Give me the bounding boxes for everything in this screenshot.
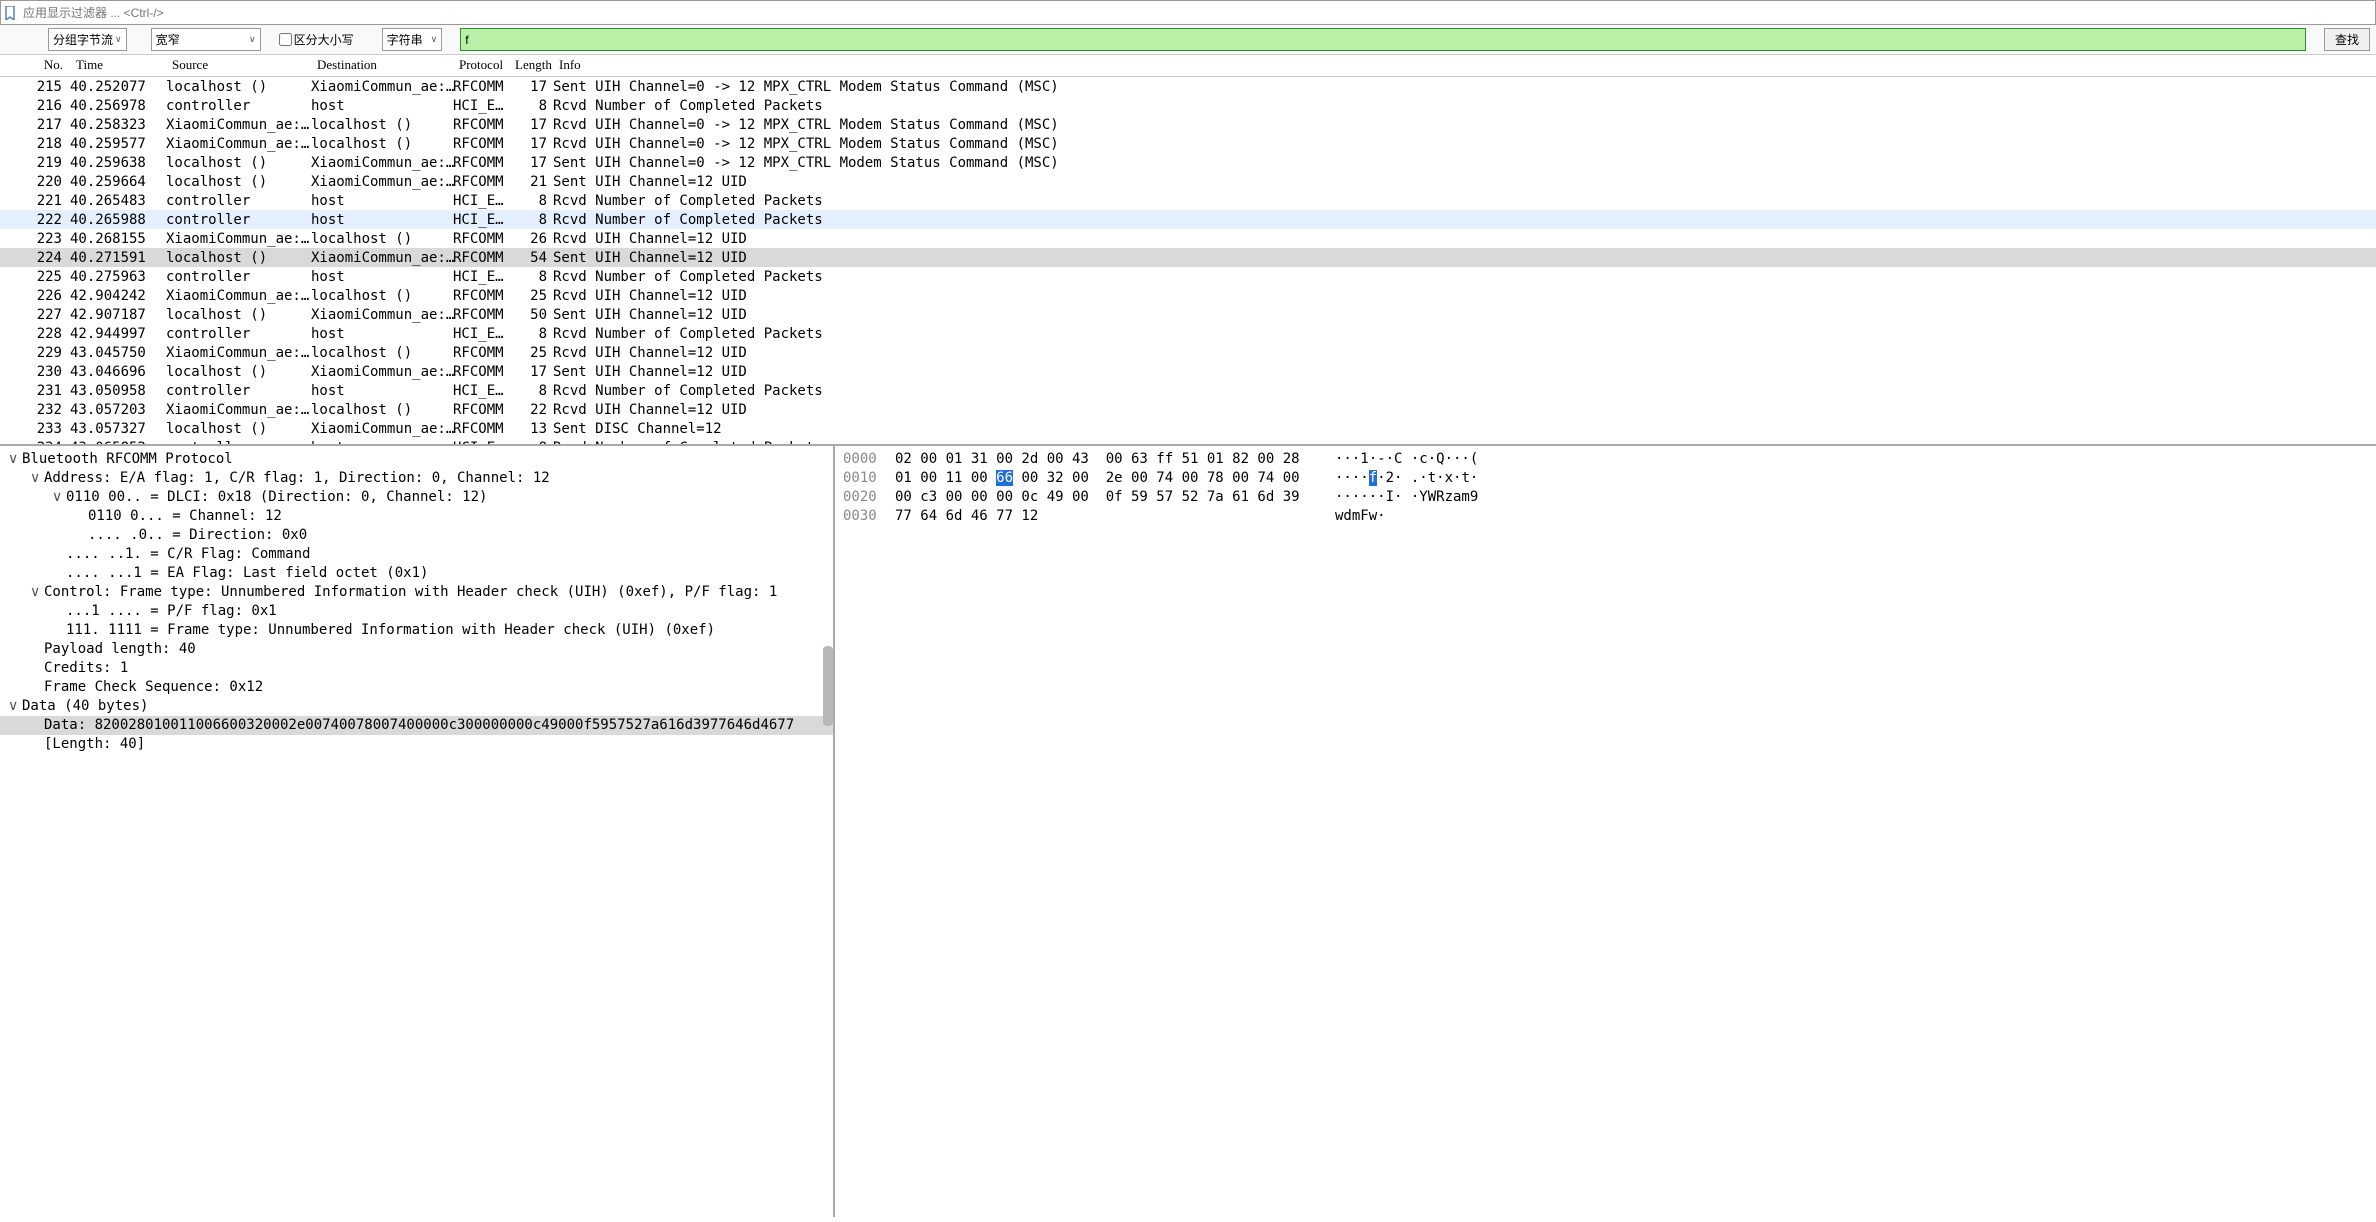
packet-row[interactable]: 22842.944997controllerhostHCI_E…8Rcvd Nu… — [0, 324, 2376, 343]
col-info[interactable]: Info — [553, 55, 2376, 76]
hex-row[interactable]: 001001 00 11 00 66 00 32 00 2e 00 74 00 … — [843, 469, 2368, 488]
packet-row[interactable]: 21740.258323XiaomiCommun_ae:…localhost (… — [0, 115, 2376, 134]
tree-toggle-icon[interactable]: ∨ — [8, 697, 22, 716]
bottom-panes: ∨Bluetooth RFCOMM Protocol∨Address: E/A … — [0, 445, 2376, 1217]
tree-node[interactable]: Data: 820028010011006600320002e007400780… — [0, 716, 833, 735]
packet-row[interactable]: 23343.057327localhost ()XiaomiCommun_ae:… — [0, 419, 2376, 438]
tree-node[interactable]: Payload length: 40 — [0, 640, 833, 659]
packet-row[interactable]: 23443.065852controllerhostHCI_E…8Rcvd Nu… — [0, 438, 2376, 445]
tree-toggle-icon[interactable]: ∨ — [30, 583, 44, 602]
scrollbar-thumb[interactable] — [823, 646, 833, 726]
packet-row[interactable]: 23143.050958controllerhostHCI_E…8Rcvd Nu… — [0, 381, 2376, 400]
packet-row[interactable]: 22742.907187localhost ()XiaomiCommun_ae:… — [0, 305, 2376, 324]
packet-row[interactable]: 22140.265483controllerhostHCI_E…8Rcvd Nu… — [0, 191, 2376, 210]
packet-row[interactable]: 22040.259664localhost ()XiaomiCommun_ae:… — [0, 172, 2376, 191]
packet-row[interactable]: 23243.057203XiaomiCommun_ae:…localhost (… — [0, 400, 2376, 419]
col-src[interactable]: Source — [166, 55, 311, 76]
tree-node[interactable]: 0110 0... = Channel: 12 — [0, 507, 833, 526]
tree-toggle-icon[interactable]: ∨ — [8, 450, 22, 469]
case-checkbox[interactable]: 区分大小写 — [279, 31, 354, 48]
tree-node[interactable]: .... ...1 = EA Flag: Last field octet (0… — [0, 564, 833, 583]
tree-node[interactable]: Credits: 1 — [0, 659, 833, 678]
packet-details-tree[interactable]: ∨Bluetooth RFCOMM Protocol∨Address: E/A … — [0, 446, 835, 1217]
tree-node[interactable]: ∨Control: Frame type: Unnumbered Informa… — [0, 583, 833, 602]
hex-row[interactable]: 000002 00 01 31 00 2d 00 43 00 63 ff 51 … — [843, 450, 2368, 469]
tree-node[interactable]: ...1 .... = P/F flag: 0x1 — [0, 602, 833, 621]
find-button[interactable]: 查找 — [2324, 28, 2370, 51]
display-filter-bar — [0, 0, 2376, 25]
tree-node[interactable]: 111. 1111 = Frame type: Unnumbered Infor… — [0, 621, 833, 640]
packet-row[interactable]: 22340.268155XiaomiCommun_ae:…localhost (… — [0, 229, 2376, 248]
packet-row[interactable]: 22540.275963controllerhostHCI_E…8Rcvd Nu… — [0, 267, 2376, 286]
col-time[interactable]: Time — [70, 55, 166, 76]
packet-list[interactable]: No. Time Source Destination Protocol Len… — [0, 55, 2376, 445]
display-filter-input[interactable] — [19, 6, 2375, 20]
packet-row[interactable]: 21940.259638localhost ()XiaomiCommun_ae:… — [0, 153, 2376, 172]
packet-row[interactable]: 23043.046696localhost ()XiaomiCommun_ae:… — [0, 362, 2376, 381]
tree-node[interactable]: .... ..1. = C/R Flag: Command — [0, 545, 833, 564]
tree-node[interactable]: ∨0110 00.. = DLCI: 0x18 (Direction: 0, C… — [0, 488, 833, 507]
bookmark-icon[interactable] — [1, 6, 19, 20]
packet-row[interactable]: 22943.045750XiaomiCommun_ae:…localhost (… — [0, 343, 2376, 362]
col-dst[interactable]: Destination — [311, 55, 453, 76]
width-combo[interactable]: 宽窄 ∨ — [151, 28, 261, 51]
tree-node[interactable]: ∨Address: E/A flag: 1, C/R flag: 1, Dire… — [0, 469, 833, 488]
tree-node[interactable]: Frame Check Sequence: 0x12 — [0, 678, 833, 697]
packet-row[interactable]: 22440.271591localhost ()XiaomiCommun_ae:… — [0, 248, 2376, 267]
packet-row[interactable]: 22240.265988controllerhostHCI_E…8Rcvd Nu… — [0, 210, 2376, 229]
packet-row[interactable]: 21840.259577XiaomiCommun_ae:…localhost (… — [0, 134, 2376, 153]
packet-row[interactable]: 21540.252077localhost ()XiaomiCommun_ae:… — [0, 77, 2376, 96]
encoding-combo[interactable]: 字符串 ∨ — [382, 28, 443, 51]
tree-node[interactable]: ∨Bluetooth RFCOMM Protocol — [0, 450, 833, 469]
col-len[interactable]: Length — [509, 55, 553, 76]
tree-node[interactable]: [Length: 40] — [0, 735, 833, 754]
tree-node[interactable]: ∨Data (40 bytes) — [0, 697, 833, 716]
tree-toggle-icon[interactable]: ∨ — [30, 469, 44, 488]
tree-node[interactable]: .... .0.. = Direction: 0x0 — [0, 526, 833, 545]
col-no[interactable]: No. — [0, 55, 70, 76]
search-input[interactable] — [460, 28, 2306, 51]
hex-row[interactable]: 003077 64 6d 46 77 12wdmFw· — [843, 507, 2368, 526]
packet-list-header: No. Time Source Destination Protocol Len… — [0, 55, 2376, 77]
packet-row[interactable]: 22642.904242XiaomiCommun_ae:…localhost (… — [0, 286, 2376, 305]
find-toolbar: 分组字节流 ∨ 宽窄 ∨ 区分大小写 字符串 ∨ 查找 — [0, 25, 2376, 55]
hex-row[interactable]: 002000 c3 00 00 00 0c 49 00 0f 59 57 52 … — [843, 488, 2368, 507]
col-proto[interactable]: Protocol — [453, 55, 509, 76]
packet-bytes-hex[interactable]: 000002 00 01 31 00 2d 00 43 00 63 ff 51 … — [835, 446, 2376, 1217]
stream-combo[interactable]: 分组字节流 ∨ — [48, 28, 127, 51]
tree-toggle-icon[interactable]: ∨ — [52, 488, 66, 507]
packet-row[interactable]: 21640.256978controllerhostHCI_E…8Rcvd Nu… — [0, 96, 2376, 115]
